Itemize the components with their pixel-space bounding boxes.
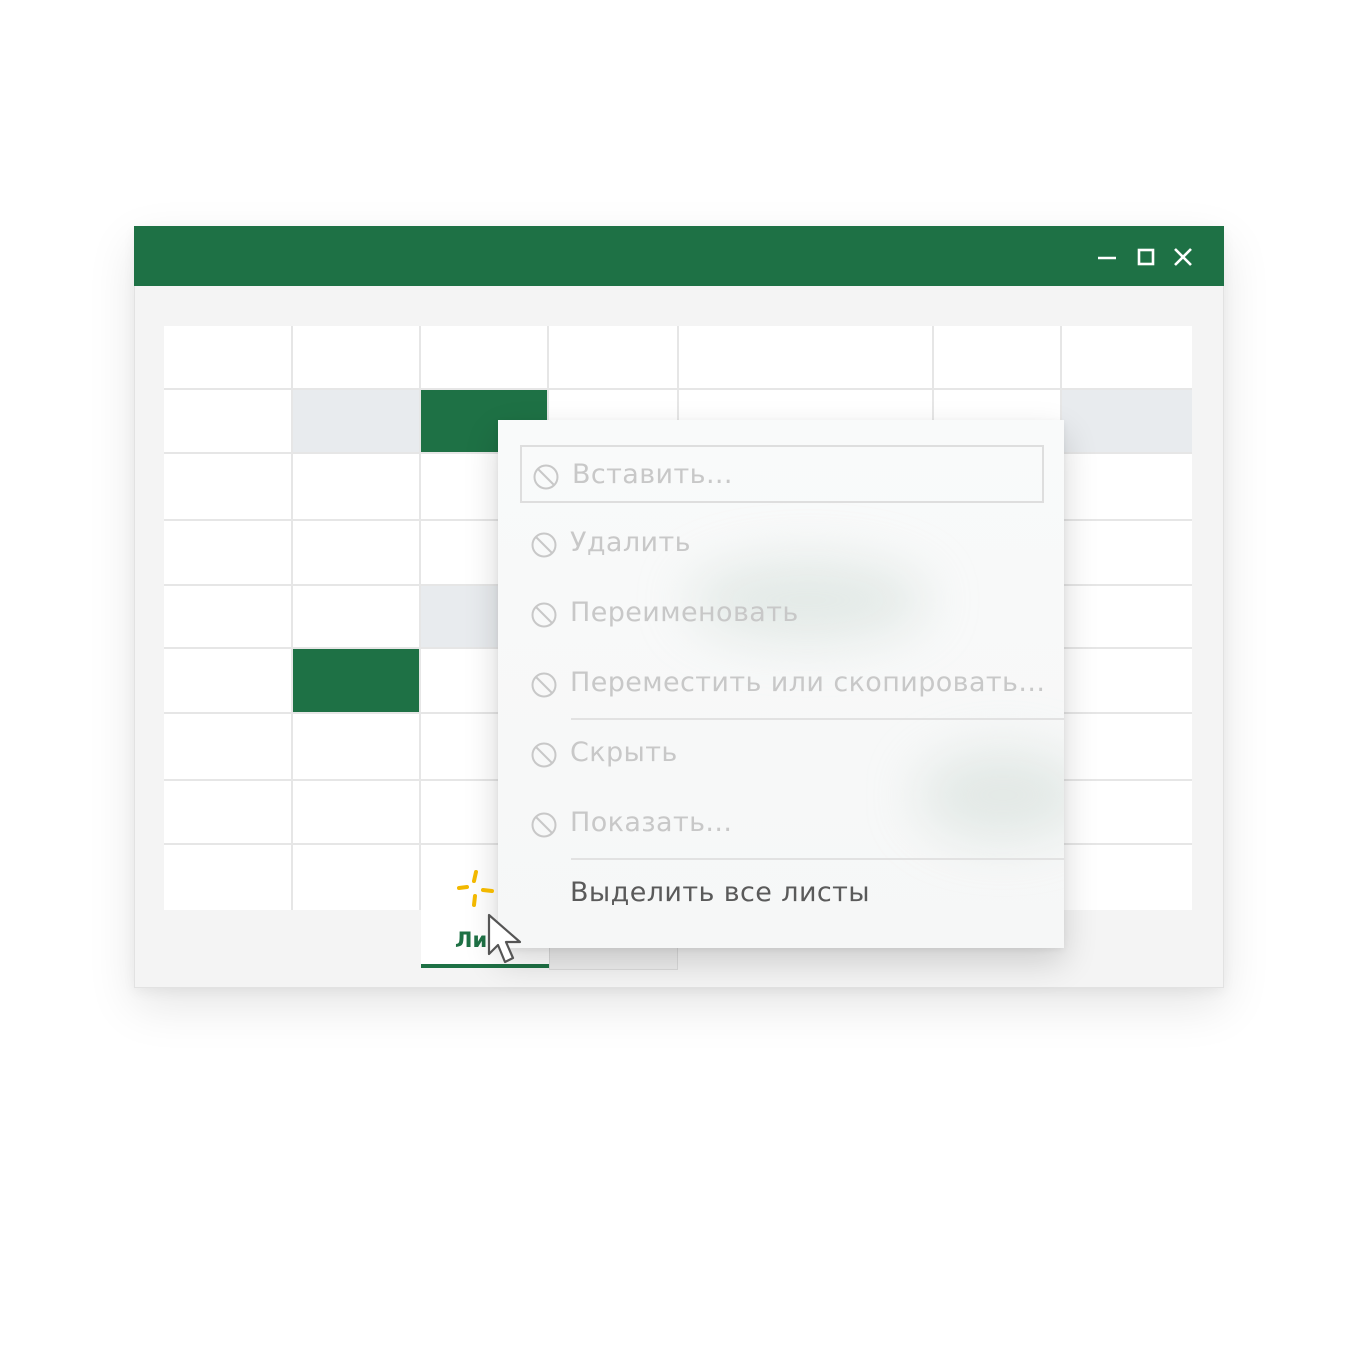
- mouse-cursor-icon: [487, 913, 522, 964]
- grid-column-line: [291, 326, 293, 910]
- minimize-button[interactable]: [1092, 242, 1122, 272]
- shaded-cell[interactable]: [1061, 389, 1192, 453]
- menu-item-move-copy[interactable]: Переместить или скопировать...: [520, 655, 1046, 713]
- menu-item-insert[interactable]: Вставить...: [520, 445, 1044, 503]
- menu-item-label: Вставить...: [572, 459, 733, 490]
- menu-item-hide[interactable]: Скрыть: [520, 725, 1044, 783]
- grid-column-line: [419, 326, 421, 910]
- disabled-icon: [530, 671, 558, 699]
- shaded-cell[interactable]: [292, 389, 420, 453]
- disabled-icon: [530, 601, 558, 629]
- menu-item-rename[interactable]: Переименовать: [520, 585, 1044, 643]
- minimize-icon: [1098, 256, 1116, 260]
- menu-item-label: Удалить: [570, 527, 691, 558]
- sheet-context-menu: Вставить... Удалить Переименовать Переме…: [498, 420, 1064, 948]
- disabled-icon: [530, 811, 558, 839]
- highlighted-cell[interactable]: [292, 648, 420, 713]
- menu-item-label: Переименовать: [570, 597, 799, 628]
- menu-item-show[interactable]: Показать...: [520, 795, 1044, 853]
- disabled-icon: [530, 741, 558, 769]
- menu-item-label: Выделить все листы: [570, 877, 870, 908]
- sparkle-icon: [457, 870, 494, 907]
- menu-item-label: Скрыть: [570, 737, 678, 768]
- menu-item-label: Показать...: [570, 807, 733, 838]
- disabled-icon: [530, 531, 558, 559]
- grid-row-line: [164, 388, 1192, 390]
- close-button[interactable]: [1168, 242, 1198, 272]
- maximize-icon: [1137, 248, 1155, 266]
- menu-separator: [571, 718, 1064, 720]
- menu-item-delete[interactable]: Удалить: [520, 515, 1044, 573]
- menu-item-label: Переместить или скопировать...: [570, 667, 1046, 698]
- title-bar: [134, 226, 1224, 286]
- close-icon: [1174, 248, 1192, 266]
- disabled-icon: [532, 463, 560, 491]
- menu-item-select-all-sheets[interactable]: Выделить все листы: [520, 865, 1044, 923]
- menu-separator: [571, 858, 1064, 860]
- maximize-button[interactable]: [1131, 242, 1161, 272]
